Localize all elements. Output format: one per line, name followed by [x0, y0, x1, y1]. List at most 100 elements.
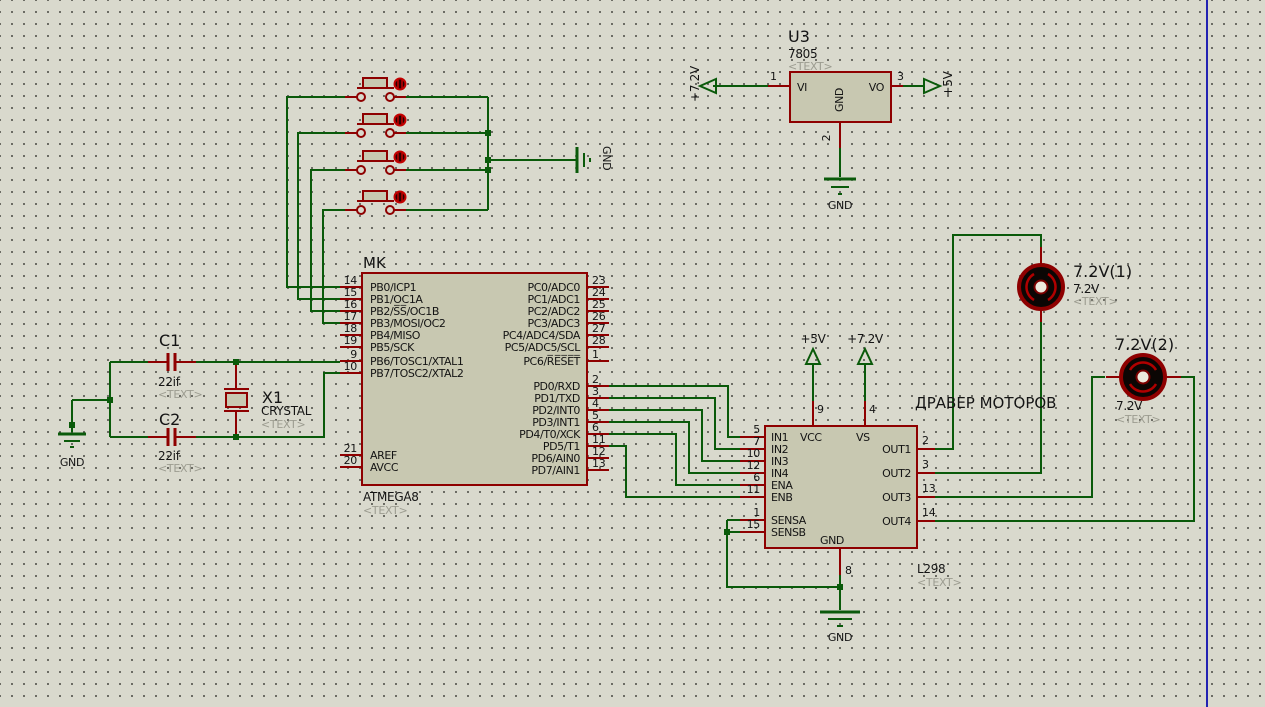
- ground-symbol-crystal[interactable]: GND: [58, 432, 86, 469]
- l298-pin-number-2: 2: [922, 434, 929, 447]
- wire[interactable]: [609, 409, 740, 462]
- wire[interactable]: [322, 209, 345, 324]
- mk-pin-number-13: 13: [592, 457, 606, 470]
- l298-pin-name-13: OUT3: [882, 491, 911, 504]
- l298-pin-vcc: VCC: [800, 431, 822, 444]
- l298-pin9-number: 9: [817, 403, 824, 416]
- u3-pin3-number: 3: [897, 70, 904, 83]
- power-terminal-7v2-u3[interactable]: +7.2V: [688, 65, 717, 102]
- push-button-4[interactable]: [345, 190, 407, 215]
- u3-gnd-label: GND: [828, 199, 852, 212]
- c1-placeholder: <TEXT>: [158, 388, 202, 401]
- u3-net-out-label: +5V: [941, 70, 955, 96]
- l298-pin-name-3: OUT2: [882, 467, 911, 480]
- mk-pin-name-1: PC6/R̅E̅S̅E̅T̅: [523, 355, 580, 368]
- button-terminal[interactable]: [385, 205, 395, 215]
- push-button-3[interactable]: [345, 150, 407, 175]
- mk-ref: MK: [363, 254, 387, 272]
- motor1-ref: 7.2V(1): [1073, 262, 1132, 281]
- wire[interactable]: [286, 96, 345, 288]
- button-terminal[interactable]: [385, 92, 395, 102]
- l298-pin-name-14: OUT4: [882, 515, 911, 528]
- ground-symbol-u3[interactable]: GND: [824, 177, 856, 212]
- mk-pin-name-20: AVCC: [370, 461, 399, 474]
- ground-symbol-l298[interactable]: GND: [820, 610, 860, 644]
- wire-junction: [485, 157, 491, 163]
- c1-value: 22if: [158, 375, 181, 389]
- capacitor-c1[interactable]: C1 22if <TEXT>: [158, 331, 203, 401]
- mk-pin-name-19: PB5/SCK: [370, 341, 415, 354]
- schematic-sheet: U3 7805 <TEXT> VI VO GND 1 3 2 +7.2V +5V…: [0, 0, 1265, 707]
- schematic-canvas: U3 7805 <TEXT> VI VO GND 1 3 2 +7.2V +5V…: [58, 0, 1208, 707]
- c1-ref: C1: [159, 331, 180, 350]
- wire[interactable]: [609, 421, 740, 474]
- u3-net-in-label: +7.2V: [688, 65, 702, 102]
- wire[interactable]: [609, 397, 740, 450]
- push-button-1[interactable]: [345, 77, 407, 102]
- wire-junction: [233, 434, 239, 440]
- l298-ref: L298: [917, 562, 945, 576]
- button-actuator-icon: [393, 77, 407, 91]
- u3-placeholder: <TEXT>: [788, 60, 832, 73]
- wire-junction: [724, 529, 730, 535]
- push-button-2[interactable]: [345, 113, 407, 138]
- l298-pin4-number: 4: [869, 403, 876, 416]
- l298-net-vs-label: +7.2V: [847, 332, 884, 346]
- mk-pin-number-20: 20: [344, 454, 358, 467]
- button-cap[interactable]: [362, 150, 388, 162]
- x1-value: CRYSTAL: [261, 404, 312, 418]
- mcu-atmega8[interactable]: MK ATMEGA8 <TEXT> 14PB0/ICP115PB1/OC1A16…: [340, 254, 609, 517]
- l298-pin-number-13: 13: [922, 482, 936, 495]
- voltage-regulator-7805[interactable]: U3 7805 <TEXT> VI VO GND 1 3 2: [770, 27, 904, 141]
- motor-2[interactable]: 7.2V(2) 7.2V <TEXT>: [1115, 335, 1174, 426]
- wire[interactable]: [935, 234, 1042, 450]
- capacitor-c2[interactable]: C2 22if <TEXT>: [158, 410, 203, 475]
- wire-junction: [485, 130, 491, 136]
- l298-pin-vs: VS: [856, 431, 870, 444]
- u3-value: 7805: [788, 47, 817, 61]
- button-terminal[interactable]: [385, 128, 395, 138]
- button-terminal[interactable]: [356, 128, 366, 138]
- wire[interactable]: [609, 385, 740, 438]
- mk-pin-number-10: 10: [344, 360, 358, 373]
- wire[interactable]: [609, 433, 740, 486]
- l298-pin-name-2: OUT1: [882, 443, 911, 456]
- crystal-x1[interactable]: X1 CRYSTAL <TEXT>: [224, 388, 312, 431]
- button-actuator-icon: [393, 113, 407, 127]
- l298-pin-name-11: ENB: [771, 491, 793, 504]
- button-terminal[interactable]: [356, 205, 366, 215]
- wire[interactable]: [297, 132, 345, 300]
- button-terminal[interactable]: [385, 165, 395, 175]
- u3-ref: U3: [788, 27, 810, 46]
- button-cap[interactable]: [362, 190, 388, 202]
- l298-pin-number-15: 15: [747, 518, 761, 531]
- button-actuator-icon: [393, 190, 407, 204]
- u3-pin1-number: 1: [770, 70, 777, 83]
- power-terminal-7v2-l298[interactable]: +7.2V: [847, 332, 884, 365]
- wire-junction: [233, 359, 239, 365]
- mk-pin-name-28: PC5/ADC5/SCL: [505, 341, 582, 354]
- x1-placeholder: <TEXT>: [261, 418, 305, 431]
- crystal-gnd-label: GND: [60, 456, 84, 469]
- wire-junction: [69, 422, 75, 428]
- motor-1[interactable]: 7.2V(1) 7.2V <TEXT>: [1017, 262, 1132, 311]
- mk-placeholder: <TEXT>: [363, 504, 407, 517]
- power-terminal-5v-u3[interactable]: +5V: [923, 70, 955, 97]
- u3-pin-gnd: GND: [833, 88, 846, 112]
- button-cap[interactable]: [362, 113, 388, 125]
- wire[interactable]: [310, 169, 345, 312]
- wire[interactable]: [609, 445, 740, 498]
- button-cap[interactable]: [362, 77, 388, 89]
- button-terminal[interactable]: [356, 165, 366, 175]
- u3-pin-vo: VO: [869, 81, 885, 94]
- power-terminal-5v-l298[interactable]: +5V: [801, 332, 827, 365]
- l298-gnd-label: GND: [828, 631, 852, 644]
- mk-pin-number-1: 1: [592, 348, 599, 361]
- buttons-gnd-label: GND: [600, 146, 613, 170]
- l298-placeholder: <TEXT>: [917, 576, 961, 589]
- motor-driver-l298[interactable]: VCC VS GND 9 4 8 L298 <TEXT> 5IN17IN210I…: [740, 403, 962, 589]
- mk-pin-number-19: 19: [344, 334, 358, 347]
- button-terminal[interactable]: [356, 92, 366, 102]
- ground-symbol-buttons[interactable]: GND: [575, 146, 613, 173]
- l298-pin-number-14: 14: [922, 506, 936, 519]
